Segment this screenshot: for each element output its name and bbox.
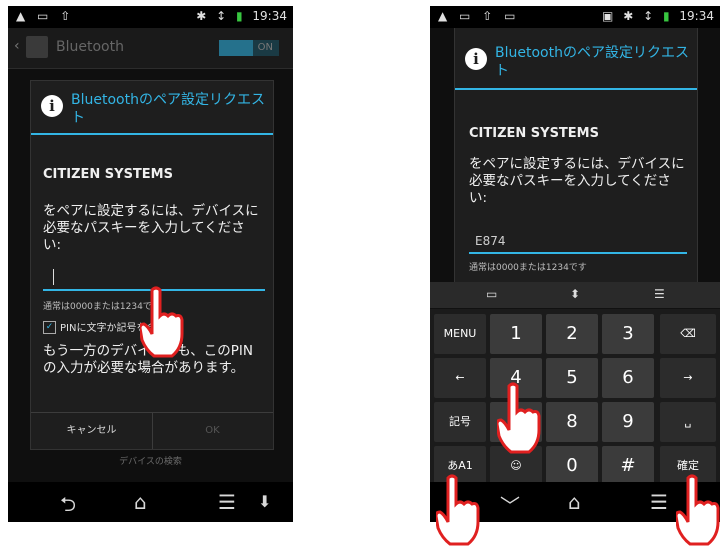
- keyboard-toolbar: ▭ ⬍ ☰: [430, 282, 720, 309]
- dialog-message: をペアに設定するには、デバイスに必要なパスキーを入力してください:: [469, 156, 685, 206]
- clock: 19:34: [252, 9, 287, 23]
- menu-key[interactable]: MENU: [434, 314, 486, 354]
- info-icon: i: [465, 48, 487, 70]
- back-icon[interactable]: ⮌: [60, 490, 76, 522]
- cursor-right-key[interactable]: →: [660, 358, 716, 398]
- cancel-button[interactable]: キャンセル: [31, 413, 153, 449]
- key-9[interactable]: 9: [602, 402, 654, 442]
- notification-icons: ▲ ▭ ⇧: [16, 9, 75, 23]
- dialog-title: Bluetoothのペア設定リクエスト: [71, 92, 265, 126]
- battery-icon: ▮: [235, 9, 243, 23]
- battery-icon: ▮: [662, 9, 670, 23]
- recent-apps-icon[interactable]: ☰: [218, 490, 236, 514]
- key-5[interactable]: 5: [546, 358, 598, 398]
- bluetooth-settings-header: ‹ Bluetooth ON: [8, 28, 293, 69]
- keyboard-switch-icon[interactable]: ▭: [486, 287, 497, 301]
- cursor-move-icon[interactable]: ⬍: [570, 287, 580, 301]
- backspace-key[interactable]: ⌫: [660, 314, 716, 354]
- pin-hint: 通常は0000または1234です: [469, 263, 587, 273]
- checkbox[interactable]: ✓: [43, 320, 56, 334]
- key-1[interactable]: 1: [490, 314, 542, 354]
- signal-icon: ↕: [643, 9, 654, 23]
- status-bar: ▲ ▭ ⇧ ✱ ↕ ▮ 19:34: [8, 6, 293, 28]
- pin-input[interactable]: E874: [469, 232, 687, 254]
- dialog-message: をペアに設定するには、デバイスに必要なパスキーを入力してください:: [43, 203, 259, 253]
- bluetooth-toggle[interactable]: ON: [219, 40, 279, 56]
- settings-app-icon: [26, 36, 48, 58]
- settings-title: Bluetooth: [56, 39, 124, 55]
- ok-button[interactable]: OK: [152, 413, 273, 449]
- key-6[interactable]: 6: [602, 358, 654, 398]
- left-phone-screen: ▲ ▭ ⇧ ✱ ↕ ▮ 19:34 ‹ Bluetooth ON i Bluet…: [8, 6, 293, 522]
- key-2[interactable]: 2: [546, 314, 598, 354]
- key-0[interactable]: 0: [546, 446, 598, 486]
- hand-pointer-icon: [436, 474, 480, 546]
- clock: 19:34: [679, 9, 714, 23]
- right-phone-screen: ▲ ▭ ⇧ ▭ ▣ ✱ ↕ ▮ 19:34 i Bluetoothのペア設定リク…: [430, 6, 720, 522]
- dialog-title: Bluetoothのペア設定リクエスト: [495, 45, 689, 79]
- key-8[interactable]: 8: [546, 402, 598, 442]
- hand-pointer-icon: [497, 382, 541, 454]
- numeric-keyboard: ▭ ⬍ ☰ MENU123⌫←456→記号789␣あA1☺0#確定: [430, 282, 720, 486]
- navigation-bar: ⮌ ⌂ ☰ ⬇: [8, 482, 293, 522]
- sim-icon: ▣: [602, 9, 614, 23]
- home-icon[interactable]: ⌂: [134, 490, 147, 514]
- device-name: CITIZEN SYSTEMS: [43, 167, 173, 182]
- pairing-dialog: i Bluetoothのペア設定リクエスト CITIZEN SYSTEMS をペ…: [454, 28, 698, 283]
- search-devices-label[interactable]: デバイスの検索: [8, 454, 293, 467]
- cursor-left-key[interactable]: ←: [434, 358, 486, 398]
- symbol-key[interactable]: 記号: [434, 402, 486, 442]
- hand-pointer-icon: [676, 474, 720, 546]
- back-chevron-icon[interactable]: ‹: [14, 38, 20, 54]
- space-key[interactable]: ␣: [660, 402, 716, 442]
- pairing-dialog: i Bluetoothのペア設定リクエスト CITIZEN SYSTEMS をペ…: [30, 80, 274, 450]
- bluetooth-icon: ✱: [623, 9, 634, 23]
- bluetooth-icon: ✱: [196, 9, 207, 23]
- home-icon[interactable]: ⌂: [568, 490, 581, 514]
- signal-icon: ↕: [216, 9, 227, 23]
- hide-keyboard-icon[interactable]: ﹀: [500, 490, 520, 519]
- hash-key[interactable]: #: [602, 446, 654, 486]
- notification-icons: ▲ ▭ ⇧ ▭: [438, 9, 520, 23]
- device-name: CITIZEN SYSTEMS: [469, 126, 599, 141]
- download-icon: ⬇: [258, 492, 272, 511]
- text-caret: [53, 269, 54, 285]
- recent-apps-icon[interactable]: ☰: [650, 490, 668, 514]
- key-3[interactable]: 3: [602, 314, 654, 354]
- info-icon: i: [41, 95, 63, 117]
- keyboard-menu-icon[interactable]: ☰: [654, 287, 665, 301]
- status-bar: ▲ ▭ ⇧ ▭ ▣ ✱ ↕ ▮ 19:34: [430, 6, 720, 28]
- hand-pointer-icon: [140, 286, 184, 358]
